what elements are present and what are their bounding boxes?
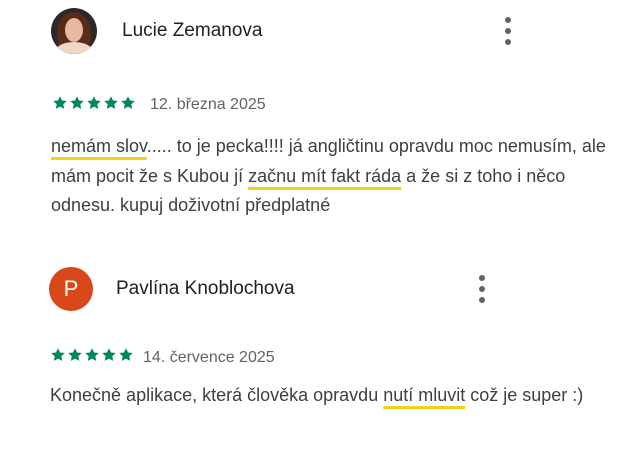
author-avatar[interactable] — [51, 8, 97, 54]
review-text-segment: což je super :) — [465, 385, 584, 405]
star-rating — [52, 95, 136, 111]
review-text: nemám slov..... to je pecka!!!! já angli… — [51, 132, 611, 221]
star-icon — [70, 96, 84, 109]
highlighted-phrase: začnu mít fakt ráda — [248, 165, 402, 186]
author-name: Lucie Zemanova — [122, 20, 263, 41]
star-icon — [85, 348, 99, 361]
star-icon — [102, 348, 116, 361]
star-icon — [119, 348, 133, 361]
review-text: Konečně aplikace, která člověka opravdu … — [50, 381, 610, 411]
review-text-segment: Konečně aplikace, která člověka opravdu — [50, 385, 384, 405]
star-rating — [50, 347, 134, 363]
star-icon — [53, 96, 67, 109]
star-icon — [104, 96, 118, 109]
star-icon — [51, 348, 65, 361]
star-icon — [68, 348, 82, 361]
highlighted-phrase: nutí mluvit — [383, 385, 466, 405]
author-avatar[interactable]: P — [49, 267, 93, 311]
highlighted-phrase: nemám slov — [51, 136, 147, 156]
star-icon — [121, 96, 135, 109]
author-name: Pavlína Knoblochova — [116, 278, 295, 299]
more-vert-icon[interactable] — [477, 275, 487, 303]
review-date: 14. července 2025 — [143, 349, 275, 366]
star-icon — [87, 96, 101, 109]
more-vert-icon[interactable] — [503, 17, 513, 45]
review-date: 12. března 2025 — [150, 96, 266, 113]
